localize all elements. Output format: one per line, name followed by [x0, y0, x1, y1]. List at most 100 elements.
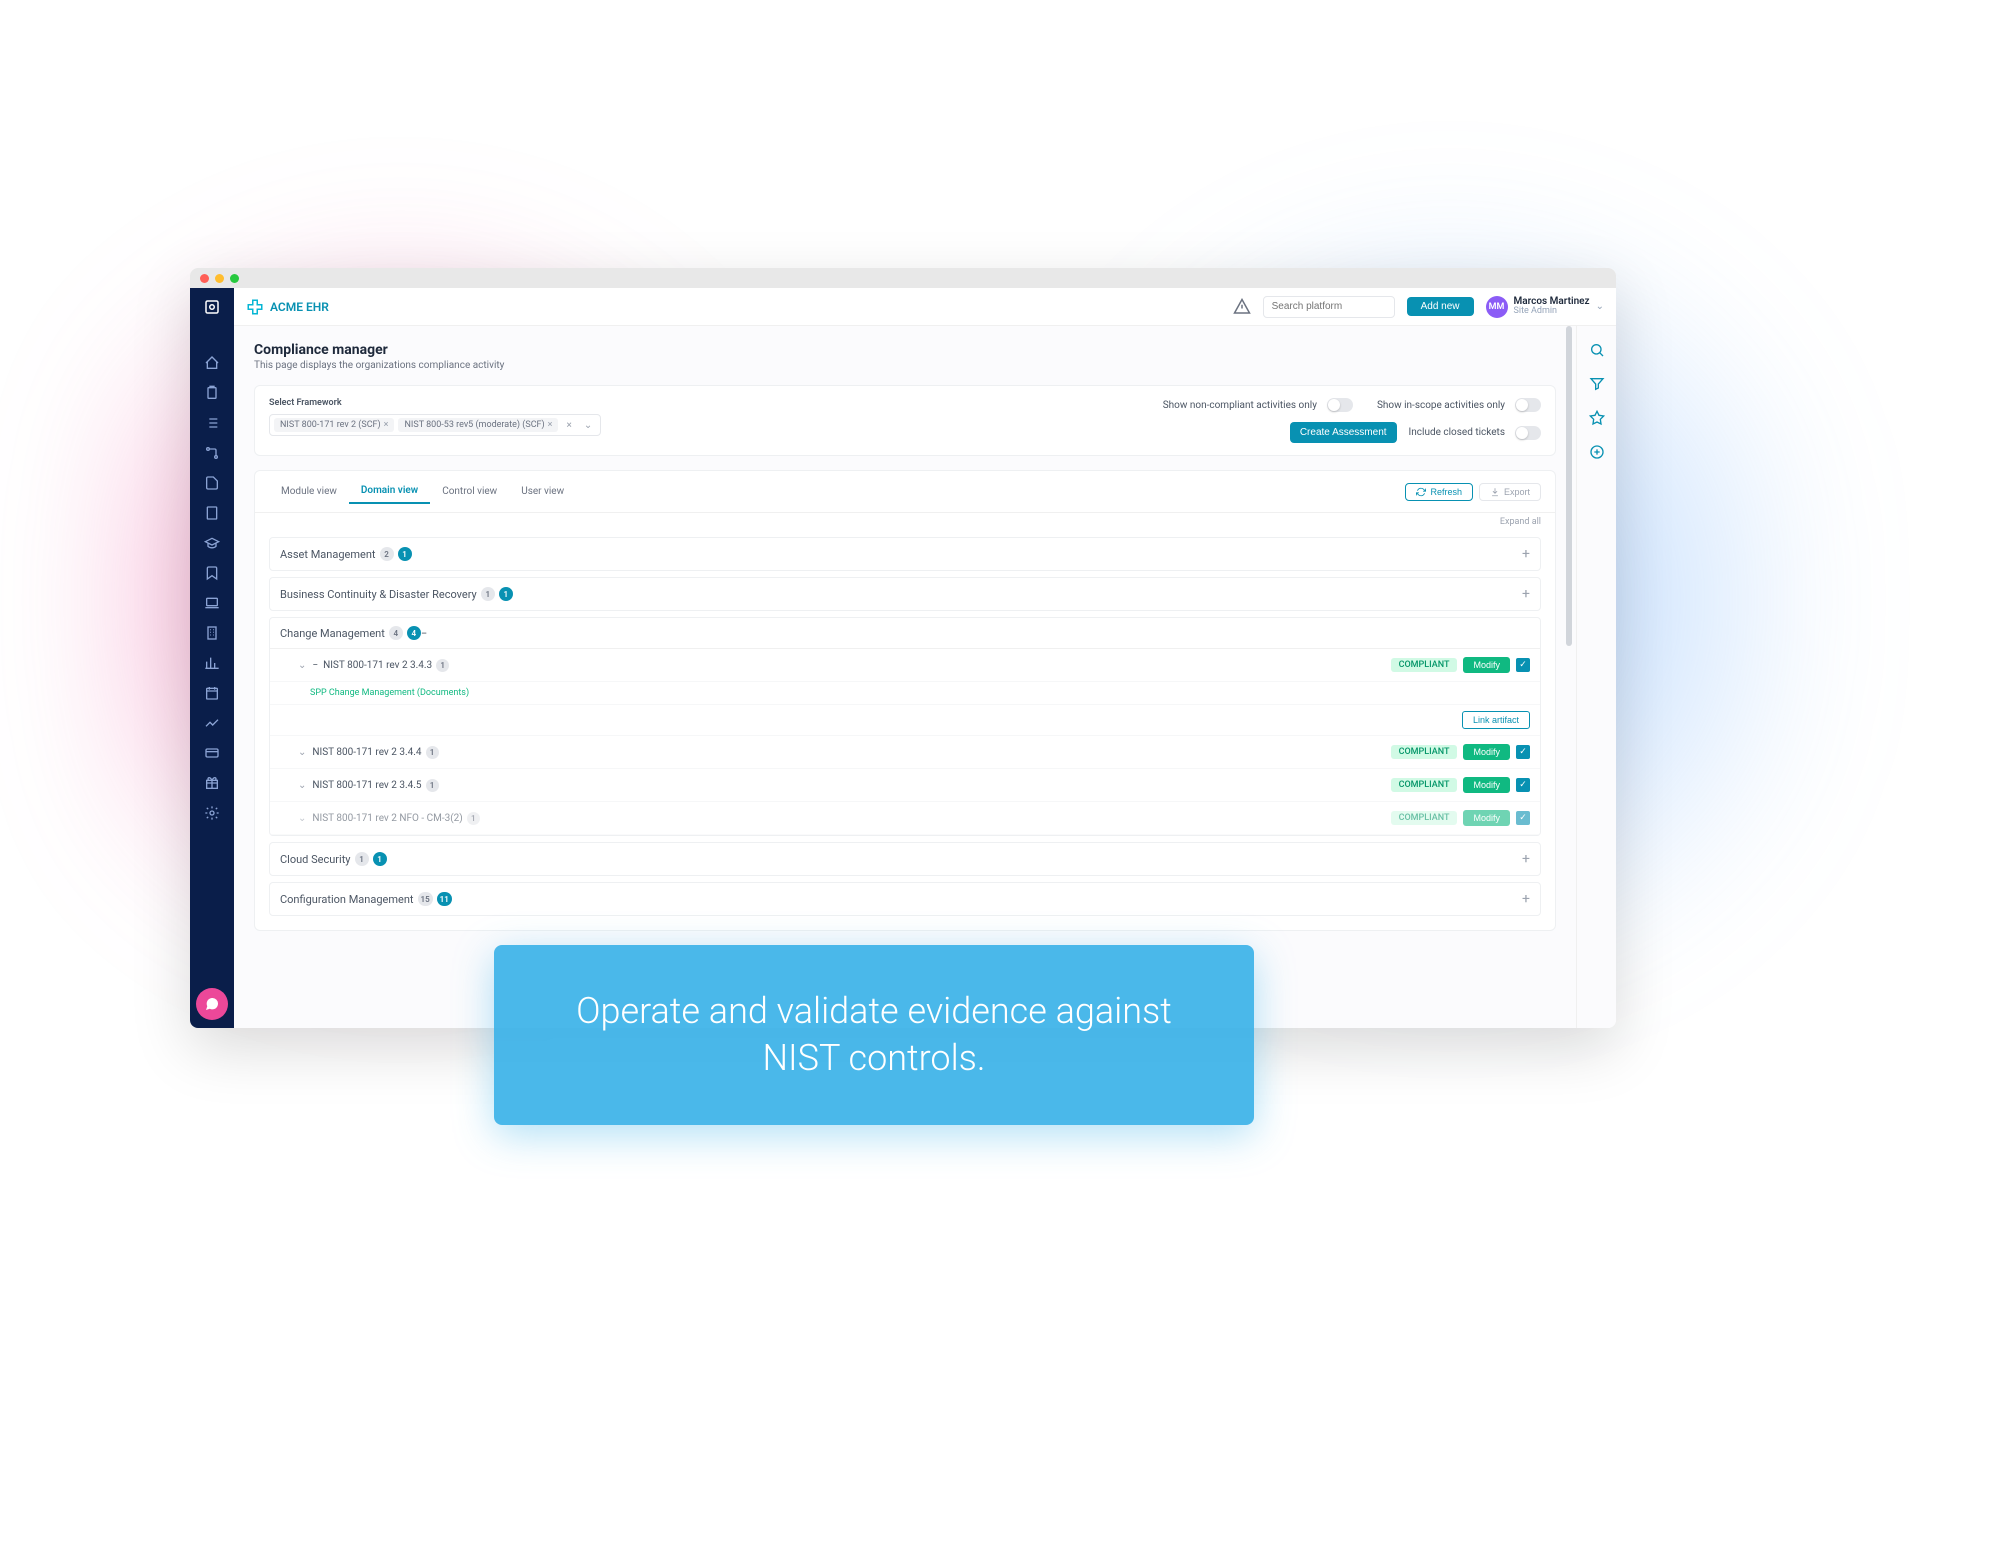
toggle-inscope[interactable] — [1515, 398, 1541, 412]
nav-clipboard-icon[interactable] — [198, 380, 226, 406]
refresh-icon — [1416, 487, 1426, 497]
control-row[interactable]: ⌄ NIST 800-171 rev 2 NFO - CM-3(2) 1 COM… — [270, 802, 1540, 835]
user-menu[interactable]: MM Marcos Martinez Site Admin ⌄ — [1486, 296, 1604, 318]
badge-count: 4 — [407, 626, 421, 640]
chevron-down-icon: ⌄ — [298, 813, 306, 824]
star-icon[interactable] — [1589, 410, 1605, 426]
nav-building-icon[interactable] — [198, 620, 226, 646]
badge-count: 1 — [436, 659, 449, 672]
chevron-down-icon[interactable]: ⌄ — [580, 420, 596, 431]
control-row[interactable]: ⌄ NIST 800-171 rev 2 3.4.4 1 COMPLIANT M… — [270, 736, 1540, 769]
modify-button[interactable]: Modify — [1463, 777, 1510, 793]
nav-list-icon[interactable] — [198, 410, 226, 436]
create-assessment-button[interactable]: Create Assessment — [1290, 422, 1397, 443]
badge-count: 1 — [373, 852, 387, 866]
control-row[interactable]: ⌄ NIST 800-171 rev 2 3.4.5 1 COMPLIANT M… — [270, 769, 1540, 802]
framework-chip: NIST 800-171 rev 2 (SCF)× — [274, 418, 394, 432]
tab-control-view[interactable]: Control view — [430, 480, 509, 503]
badge-count: 11 — [437, 892, 452, 906]
collapse-icon[interactable]: − — [421, 627, 427, 640]
close-dot[interactable] — [200, 274, 209, 283]
expand-icon[interactable]: + — [1522, 851, 1530, 867]
search-icon[interactable] — [1589, 342, 1605, 358]
nav-trend-icon[interactable] — [198, 710, 226, 736]
domain-row-asset[interactable]: Asset Management 2 1 + — [269, 537, 1541, 571]
status-badge: COMPLIANT — [1391, 811, 1458, 825]
chip-remove-icon[interactable]: × — [384, 420, 389, 430]
nav-flow-icon[interactable] — [198, 440, 226, 466]
badge-count: 1 — [426, 779, 439, 792]
chevron-down-icon: ⌄ — [298, 660, 306, 671]
nav-chart-icon[interactable] — [198, 650, 226, 676]
expand-icon[interactable]: + — [1522, 546, 1530, 562]
nav-file-icon[interactable] — [198, 470, 226, 496]
clear-chips-icon[interactable]: × — [562, 420, 575, 431]
chip-remove-icon[interactable]: × — [548, 420, 553, 430]
sidebar — [190, 288, 234, 1028]
badge-count: 1 — [481, 587, 495, 601]
modify-button[interactable]: Modify — [1463, 744, 1510, 760]
badge-count: 4 — [389, 626, 403, 640]
alert-icon[interactable] — [1233, 298, 1251, 316]
user-role: Site Admin — [1514, 307, 1590, 317]
refresh-button[interactable]: Refresh — [1405, 483, 1473, 501]
views-card: Module view Domain view Control view Use… — [254, 470, 1556, 931]
checkbox[interactable]: ✓ — [1516, 811, 1530, 825]
minimize-dot[interactable] — [215, 274, 224, 283]
export-button[interactable]: Export — [1479, 483, 1541, 501]
nav-doc-icon[interactable] — [198, 500, 226, 526]
expand-all-link[interactable]: Expand all — [255, 513, 1555, 531]
avatar: MM — [1486, 296, 1508, 318]
toggle-label: Include closed tickets — [1409, 427, 1505, 438]
brand[interactable]: ACME EHR — [246, 298, 329, 316]
page-title: Compliance manager — [254, 342, 1556, 358]
nav-education-icon[interactable] — [198, 530, 226, 556]
add-circle-icon[interactable] — [1589, 444, 1605, 460]
framework-select[interactable]: NIST 800-171 rev 2 (SCF)× NIST 800-53 re… — [269, 414, 601, 436]
chat-button[interactable] — [196, 988, 228, 1020]
maximize-dot[interactable] — [230, 274, 239, 283]
chevron-down-icon: ⌄ — [298, 747, 306, 758]
chevron-down-icon: ⌄ — [1596, 301, 1604, 312]
page-subtitle: This page displays the organizations com… — [254, 360, 1556, 371]
control-row[interactable]: ⌄ − NIST 800-171 rev 2 3.4.3 1 COMPLIANT… — [270, 649, 1540, 682]
domain-row-bcdr[interactable]: Business Continuity & Disaster Recovery … — [269, 577, 1541, 611]
tab-module-view[interactable]: Module view — [269, 480, 349, 503]
domain-row-config[interactable]: Configuration Management 15 11 + — [269, 882, 1541, 916]
nav-card-icon[interactable] — [198, 740, 226, 766]
nav-home-icon[interactable] — [198, 350, 226, 376]
right-rail — [1576, 326, 1616, 1028]
modify-button[interactable]: Modify — [1463, 810, 1510, 826]
domain-row-cloud[interactable]: Cloud Security 1 1 + — [269, 842, 1541, 876]
nav-laptop-icon[interactable] — [198, 590, 226, 616]
add-new-button[interactable]: Add new — [1407, 297, 1474, 316]
caption-overlay: Operate and validate evidence against NI… — [494, 945, 1254, 1125]
nav-gift-icon[interactable] — [198, 770, 226, 796]
expand-icon[interactable]: + — [1522, 891, 1530, 907]
status-badge: COMPLIANT — [1391, 658, 1458, 672]
checkbox[interactable]: ✓ — [1516, 745, 1530, 759]
badge-count: 2 — [380, 547, 394, 561]
modify-button[interactable]: Modify — [1463, 657, 1510, 673]
document-link[interactable]: SPP Change Management (Documents) — [270, 682, 1540, 705]
nav-bookmark-icon[interactable] — [198, 560, 226, 586]
link-artifact-button[interactable]: Link artifact — [1462, 711, 1530, 729]
toggle-noncompliant[interactable] — [1327, 398, 1353, 412]
filter-card: Select Framework NIST 800-171 rev 2 (SCF… — [254, 385, 1556, 456]
tab-user-view[interactable]: User view — [509, 480, 576, 503]
scrollbar[interactable] — [1566, 326, 1572, 1006]
framework-chip: NIST 800-53 rev5 (moderate) (SCF)× — [398, 418, 558, 432]
tab-domain-view[interactable]: Domain view — [349, 479, 430, 504]
badge-count: 15 — [418, 892, 433, 906]
nav-gear-icon[interactable] — [198, 800, 226, 826]
app-logo[interactable] — [190, 288, 234, 326]
expand-icon[interactable]: + — [1522, 586, 1530, 602]
checkbox[interactable]: ✓ — [1516, 658, 1530, 672]
filter-icon[interactable] — [1589, 376, 1605, 392]
search-input[interactable] — [1263, 296, 1395, 318]
checkbox[interactable]: ✓ — [1516, 778, 1530, 792]
app-window: ACME EHR Add new MM Marcos Martinez Site… — [190, 268, 1616, 1028]
nav-calendar-icon[interactable] — [198, 680, 226, 706]
badge-count: 1 — [499, 587, 513, 601]
toggle-closed-tickets[interactable] — [1515, 426, 1541, 440]
